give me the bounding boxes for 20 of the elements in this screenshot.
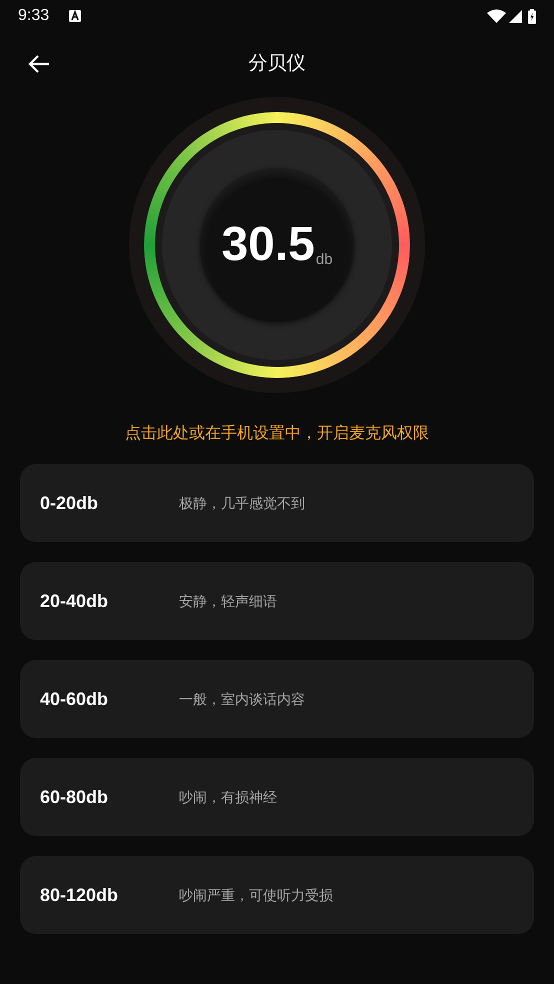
back-arrow-icon[interactable]	[28, 53, 50, 75]
wifi-icon	[487, 9, 506, 23]
status-time: 9:33	[18, 6, 50, 26]
permission-link[interactable]: 点击此处或在手机设置中，开启麦克风权限	[125, 422, 429, 446]
level-description: 安静，轻声细语	[179, 592, 277, 610]
decibel-range: 20-40db	[40, 590, 110, 612]
level-description: 吵闹，有损神经	[179, 788, 277, 806]
decibel-range: 80-120db	[40, 884, 120, 906]
decibel-range: 0-20db	[40, 492, 100, 514]
notification-icon	[69, 10, 82, 22]
decibel-range: 60-80db	[40, 786, 110, 808]
decibel-unit: db	[316, 252, 333, 267]
level-description: 吵闹严重，可使听力受损	[179, 886, 333, 904]
level-description: 一般，室内谈话内容	[179, 690, 305, 708]
level-description: 极静，几乎感觉不到	[179, 494, 305, 512]
signal-icon	[509, 10, 522, 22]
battery-icon	[528, 8, 536, 24]
decibel-range: 40-60db	[40, 688, 110, 710]
page-title: 分贝仪	[248, 52, 306, 76]
decibel-reading: 30.5	[221, 221, 315, 269]
